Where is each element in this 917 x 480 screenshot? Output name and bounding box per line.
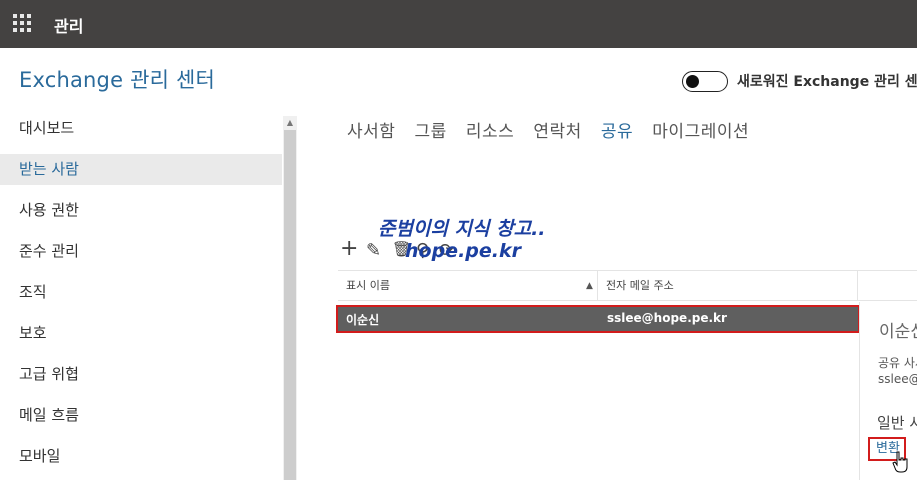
detail-name: 이순신 xyxy=(879,322,917,342)
column-header-email[interactable]: 전자 메일 주소 xyxy=(598,271,858,301)
table-header: 표시 이름 ▲ 전자 메일 주소 xyxy=(338,270,917,301)
edit-icon[interactable]: ✎ xyxy=(366,240,381,261)
sidebar: 대시보드 받는 사람 사용 권한 준수 관리 조직 보호 고급 위협 메일 흐름… xyxy=(0,108,282,480)
detail-section-title: 일반 사서함 xyxy=(877,414,917,432)
tab-migration[interactable]: 마이그레이션 xyxy=(652,117,749,142)
top-bar: 관리 xyxy=(0,0,917,48)
scroll-up-icon[interactable]: ▲ xyxy=(283,116,297,130)
app-title: Exchange 관리 센터 xyxy=(19,68,216,92)
sidebar-item-organization[interactable]: 조직 xyxy=(0,277,282,308)
sidebar-item-advanced-threats[interactable]: 고급 위협 xyxy=(0,359,282,390)
tab-resources[interactable]: 리소스 xyxy=(466,117,514,142)
sidebar-scrollbar[interactable]: ▲ xyxy=(283,116,297,480)
sidebar-item-recipients[interactable]: 받는 사람 xyxy=(0,154,282,185)
column-header-display-name-label: 표시 이름 xyxy=(346,279,390,292)
detail-email: sslee@hope.pe.kr xyxy=(878,372,917,386)
detail-mailbox-type: 공유 사서함 xyxy=(878,356,917,370)
row-email: sslee@hope.pe.kr xyxy=(607,311,727,325)
hand-cursor-icon xyxy=(892,451,908,473)
watermark-line-1: 준범이의 지식 창고.. xyxy=(378,218,546,240)
tab-shared[interactable]: 공유 xyxy=(601,117,633,142)
tab-contacts[interactable]: 연락처 xyxy=(533,117,581,142)
sidebar-item-compliance[interactable]: 준수 관리 xyxy=(0,236,282,267)
row-display-name: 이순신 xyxy=(346,313,380,327)
sidebar-item-permissions[interactable]: 사용 권한 xyxy=(0,195,282,226)
waffle-icon[interactable] xyxy=(13,14,31,32)
sidebar-item-mobile[interactable]: 모바일 xyxy=(0,441,282,472)
tab-groups[interactable]: 그룹 xyxy=(415,117,447,142)
sidebar-item-protection[interactable]: 보호 xyxy=(0,318,282,349)
column-header-display-name[interactable]: 표시 이름 ▲ xyxy=(338,271,598,301)
table-row[interactable]: 이순신 sslee@hope.pe.kr xyxy=(336,305,860,333)
toggle-knob xyxy=(686,75,699,88)
new-eac-toggle[interactable] xyxy=(682,71,728,92)
scroll-thumb[interactable] xyxy=(284,130,296,480)
new-eac-toggle-label: 새로워진 Exchange 관리 센 xyxy=(737,74,917,90)
watermark-line-2: hope.pe.kr xyxy=(405,240,521,262)
tab-bar: 사서함 그룹 리소스 연락처 공유 마이그레이션 xyxy=(347,117,763,142)
sidebar-item-mail-flow[interactable]: 메일 흐름 xyxy=(0,400,282,431)
topbar-title: 관리 xyxy=(54,17,84,36)
sidebar-item-dashboard[interactable]: 대시보드 xyxy=(0,113,282,144)
tab-mailboxes[interactable]: 사서함 xyxy=(347,117,395,142)
sort-ascending-icon: ▲ xyxy=(586,281,593,291)
add-icon[interactable]: + xyxy=(340,236,358,261)
